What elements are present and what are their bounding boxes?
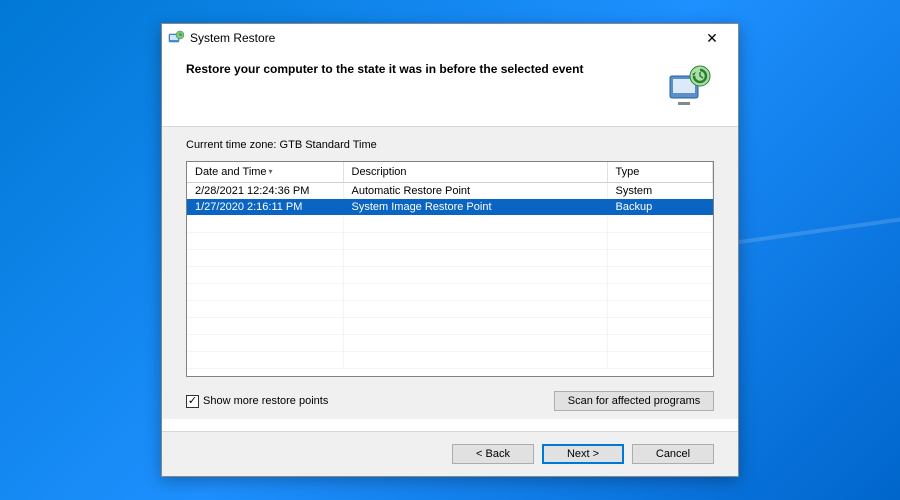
restore-points-table: Date and Time▾ Description Type 2/28/202… — [186, 161, 714, 377]
next-button[interactable]: Next > — [542, 444, 624, 464]
cell-date: 1/27/2020 2:16:11 PM — [187, 199, 343, 215]
cell-description: Automatic Restore Point — [343, 183, 607, 200]
column-header-type-label: Type — [616, 166, 640, 178]
table-row-empty — [187, 317, 713, 334]
cell-description: System Image Restore Point — [343, 199, 607, 215]
show-more-label: Show more restore points — [203, 395, 328, 407]
table-row-empty — [187, 351, 713, 368]
table-row[interactable]: 1/27/2020 2:16:11 PMSystem Image Restore… — [187, 199, 713, 215]
system-restore-dialog: System Restore ✕ Restore your computer t… — [161, 23, 739, 477]
column-header-date-label: Date and Time — [195, 166, 267, 178]
table-row-empty — [187, 300, 713, 317]
table-row-empty — [187, 266, 713, 283]
checkbox-box: ✓ — [186, 395, 199, 408]
wizard-footer: < Back Next > Cancel — [162, 431, 738, 476]
table-row-empty — [187, 215, 713, 232]
titlebar: System Restore ✕ — [162, 24, 738, 52]
column-header-description[interactable]: Description — [343, 162, 607, 183]
cell-type: System — [607, 183, 713, 200]
column-header-description-label: Description — [352, 166, 407, 178]
cancel-button[interactable]: Cancel — [632, 444, 714, 464]
below-table-row: ✓ Show more restore points Scan for affe… — [186, 391, 714, 411]
scan-affected-programs-button[interactable]: Scan for affected programs — [554, 391, 714, 411]
table-row-empty — [187, 334, 713, 351]
column-header-date[interactable]: Date and Time▾ — [187, 162, 343, 183]
table-row[interactable]: 2/28/2021 12:24:36 PMAutomatic Restore P… — [187, 183, 713, 200]
body-panel: Current time zone: GTB Standard Time Dat… — [162, 127, 738, 419]
cell-date: 2/28/2021 12:24:36 PM — [187, 183, 343, 200]
system-restore-icon — [168, 30, 184, 46]
restore-illustration-icon — [666, 62, 714, 110]
back-button[interactable]: < Back — [452, 444, 534, 464]
page-heading: Restore your computer to the state it wa… — [186, 62, 583, 76]
header-panel: Restore your computer to the state it wa… — [162, 52, 738, 127]
sort-indicator-icon: ▾ — [269, 167, 273, 176]
cell-type: Backup — [607, 199, 713, 215]
table-header-row: Date and Time▾ Description Type — [187, 162, 713, 183]
table-row-empty — [187, 283, 713, 300]
close-icon: ✕ — [706, 30, 718, 47]
window-title: System Restore — [190, 31, 275, 45]
checkmark-icon: ✓ — [188, 396, 197, 407]
timezone-label: Current time zone: GTB Standard Time — [186, 139, 714, 151]
column-header-type[interactable]: Type — [607, 162, 713, 183]
show-more-checkbox[interactable]: ✓ Show more restore points — [186, 395, 328, 408]
table-row-empty — [187, 232, 713, 249]
table-row-empty — [187, 249, 713, 266]
close-button[interactable]: ✕ — [692, 26, 732, 50]
